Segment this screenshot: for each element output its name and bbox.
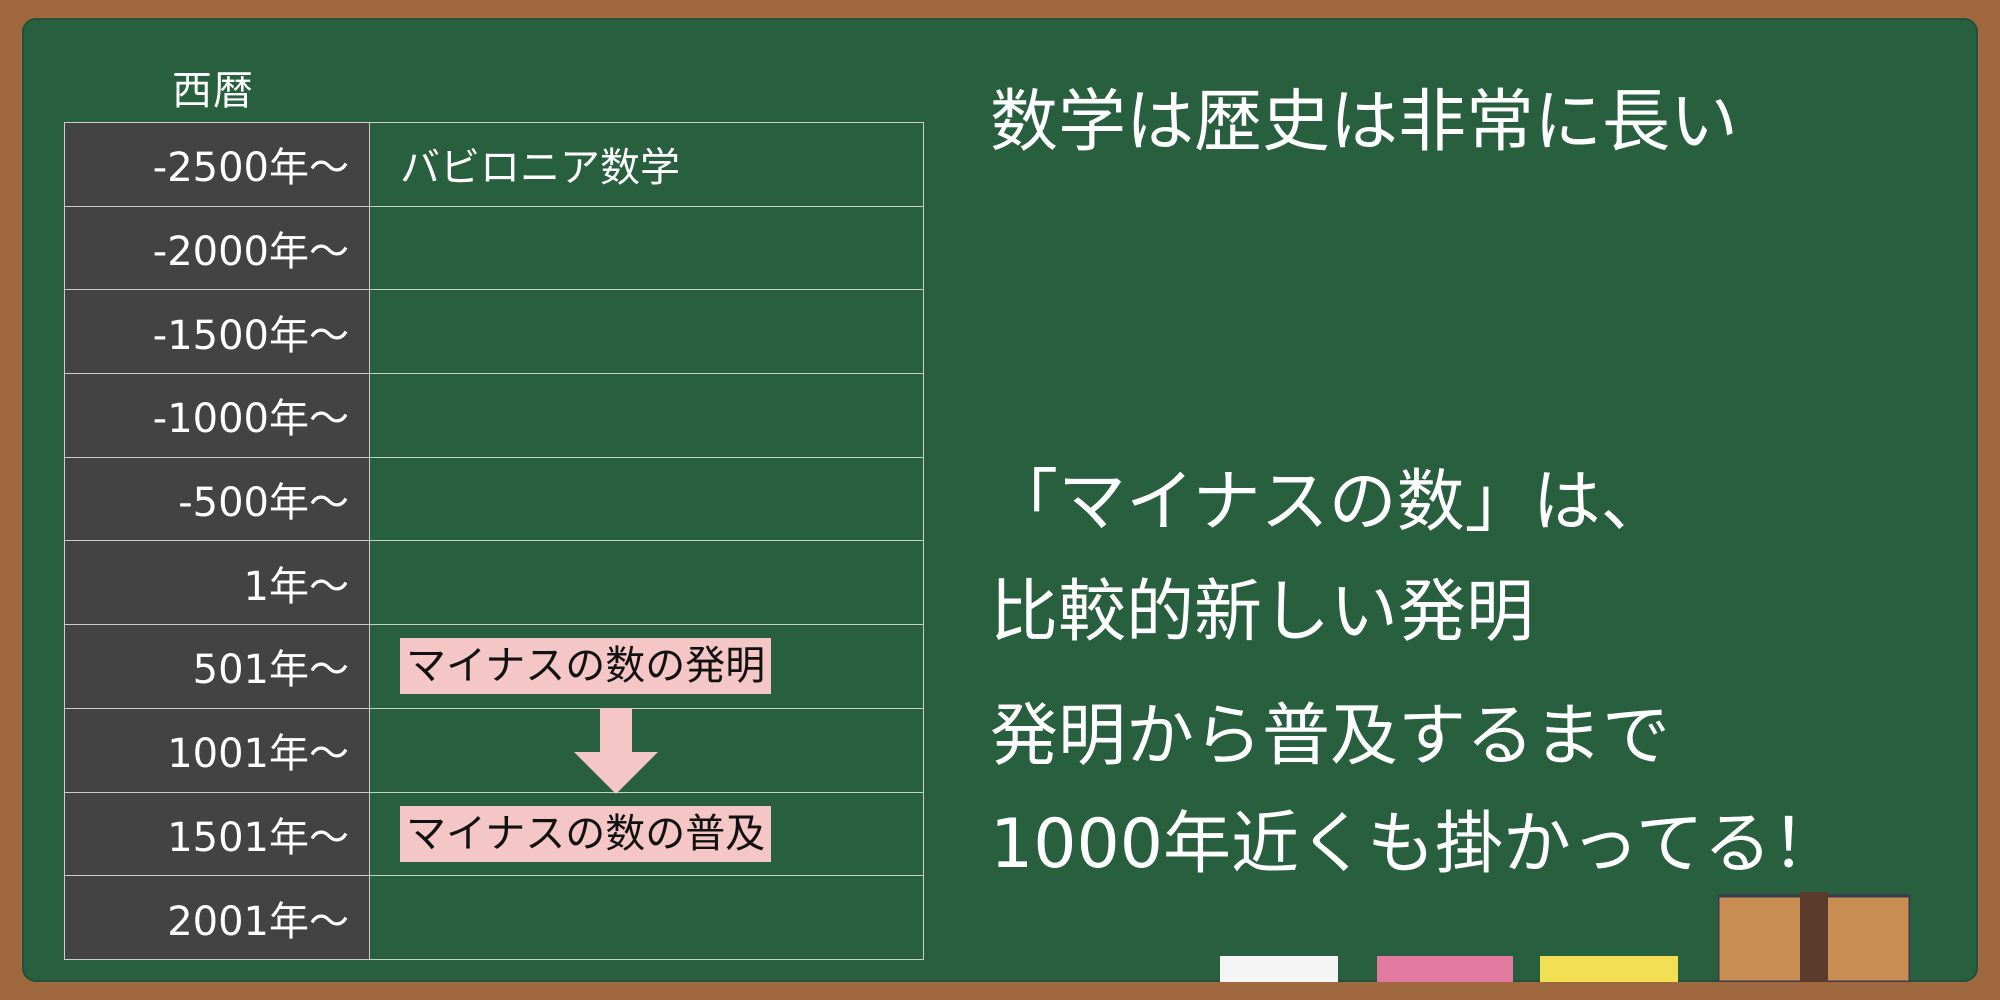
year-cell: -2500年～ (64, 122, 370, 207)
table-row: -1000年～ (64, 373, 924, 458)
year-cell: -1500年～ (64, 289, 370, 375)
event-cell (369, 456, 924, 542)
era-header: 西暦 (172, 68, 254, 114)
heading: 数学は歴史は非常に長い (990, 83, 1739, 162)
down-arrow-icon (574, 708, 658, 794)
event-cell: マイナスの数の普及 (369, 791, 924, 877)
year-cell: 2001年～ (64, 875, 370, 960)
year-cell: -1000年～ (64, 373, 370, 458)
year-cell: 501年～ (64, 624, 370, 709)
table-row: 501年～ マイナスの数の発明 (64, 624, 924, 709)
table-row: -500年～ (64, 456, 924, 542)
invention-label: マイナスの数の発明 (400, 638, 772, 695)
table-row: -1500年～ (64, 289, 924, 375)
table-row: 1501年～ マイナスの数の普及 (64, 791, 924, 877)
yellow-chalk (1540, 956, 1678, 982)
event-cell (369, 875, 924, 960)
spread-label: マイナスの数の普及 (400, 805, 772, 862)
table-row: 1年～ (64, 540, 924, 626)
table-row: 1001年～ (64, 707, 924, 793)
eraser-icon (1718, 892, 1910, 982)
year-cell: -500年～ (64, 456, 370, 542)
body-line-1: 「マイナスの数」は、 (990, 463, 1669, 542)
year-cell: 1501年～ (64, 791, 370, 877)
table-row: -2000年～ (64, 205, 924, 291)
table-row: 2001年～ (64, 875, 924, 960)
body-line-4: 1000年近くも掛かってる！ (990, 805, 1840, 884)
pink-chalk (1377, 956, 1513, 982)
year-cell: 1001年～ (64, 707, 370, 793)
body-line-2: 比較的新しい発明 (990, 573, 1535, 652)
year-cell: -2000年～ (64, 205, 370, 291)
white-chalk (1220, 956, 1338, 982)
event-cell (369, 289, 924, 375)
body-line-3: 発明から普及するまで (990, 697, 1671, 776)
event-cell: マイナスの数の発明 (369, 624, 924, 709)
timeline-table: -2500年～ バビロニア数学 -2000年～ -1500年～ -1000年～ … (64, 122, 924, 960)
chalk-ledge (0, 982, 2000, 1000)
event-cell: バビロニア数学 (369, 122, 924, 207)
event-cell (369, 373, 924, 458)
event-cell (369, 205, 924, 291)
table-row: -2500年～ バビロニア数学 (64, 122, 924, 207)
event-cell (369, 540, 924, 626)
year-cell: 1年～ (64, 540, 370, 626)
